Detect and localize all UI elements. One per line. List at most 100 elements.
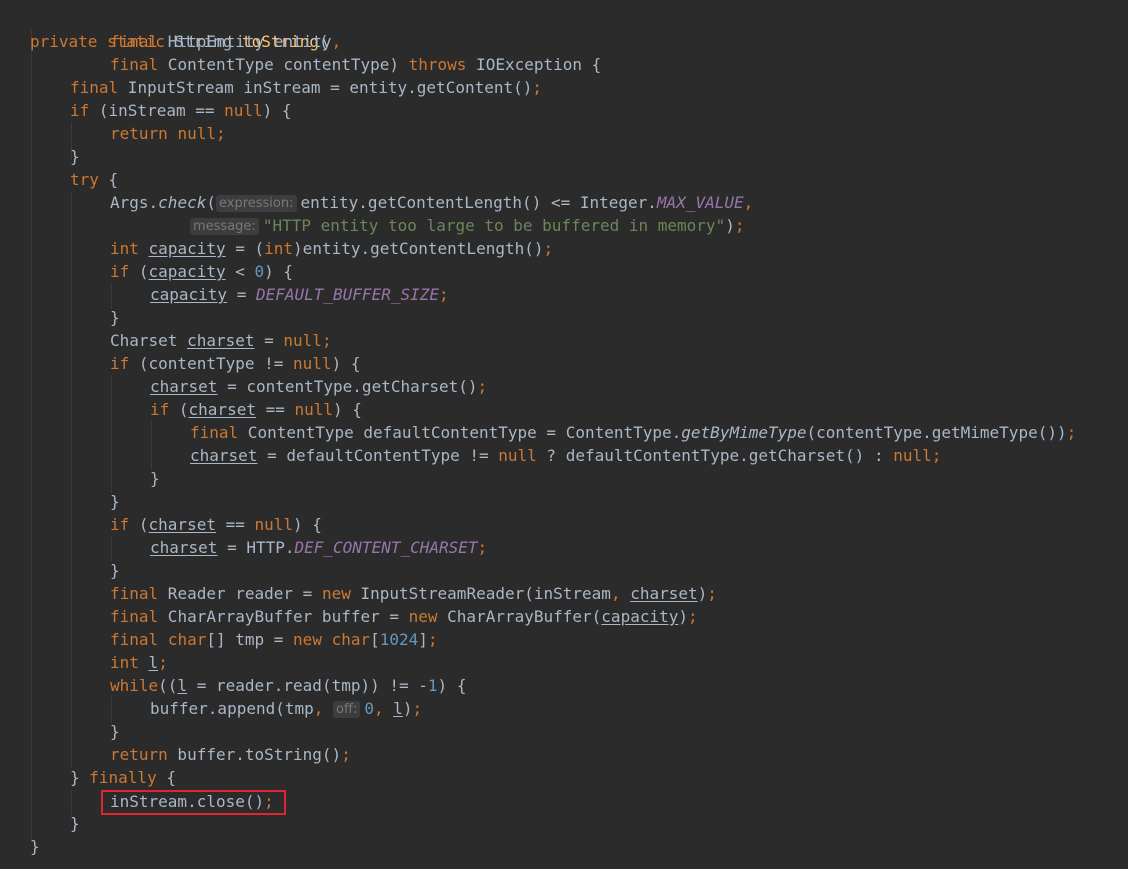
code-line-6: return null; [110,122,226,145]
semicolon: ; [707,584,717,603]
code-editor[interactable]: private static String toString( final Ht… [0,0,1128,869]
code-text: ) [678,607,688,626]
code-text: } [70,768,90,787]
code-text: = reader.read(tmp)) != - [187,676,428,695]
param-content-type: ContentType contentType) [158,55,409,74]
semicolon: ; [158,653,168,672]
semicolon: ; [477,377,488,396]
code-text: = defaultContentType != [257,446,499,465]
code-line-8: try { [70,168,118,191]
variable: l [148,653,159,672]
code-text: { [98,170,119,189]
int-keyword: int [110,653,139,672]
parameter-hint: off: [333,701,361,718]
code-text: ) { [331,354,361,373]
code-text: ( [169,400,189,419]
comma: , [743,193,754,212]
int-keyword: int [110,239,139,258]
code-text: ) { [264,262,294,281]
parameter-hint: message: [190,218,259,235]
code-text: ) { [437,676,467,695]
comma: , [313,699,324,718]
int-keyword: int [264,239,294,258]
code-text: ) { [293,515,322,534]
variable: charset [190,446,258,465]
final-keyword: final [110,55,159,74]
semicolon: ; [931,446,942,465]
code-text: InputStreamReader(inStream [350,584,611,603]
semicolon: ; [427,630,438,649]
finally-keyword: finally [89,768,157,787]
code-text: (( [158,676,178,695]
method-call: check [158,193,207,212]
code-line-34: } finally { [70,766,176,789]
code-text: = [254,331,284,350]
type-name: Charset [110,331,188,350]
if-keyword: if [70,101,90,120]
code-text: ? defaultContentType.getCharset() : [536,446,894,465]
code-text: { [156,768,176,787]
char-keyword: char [167,630,207,649]
semicolon: ; [341,745,351,764]
code-line-37: } [30,835,40,858]
variable: charset [150,538,218,557]
new-keyword: new [321,584,351,603]
variable: capacity [150,285,228,304]
code-line-13: capacity = DEFAULT_BUFFER_SIZE; [150,283,449,306]
number: 1024 [379,630,419,649]
string-literal: "HTTP entity too large to be buffered in… [262,216,726,235]
throws-keyword: throws [408,55,467,74]
code-line-21: } [150,467,160,490]
code-line-17: charset = contentType.getCharset(); [150,375,487,398]
code-line-33: return buffer.toString(); [110,743,351,766]
code-text: buffer.toString() [167,745,342,764]
char-keyword: char [331,630,371,649]
indent-guide [31,30,32,842]
semicolon: ; [734,216,745,235]
code-text: < [225,262,255,281]
code-line-36: } [70,812,80,835]
code-text: [ [370,630,380,649]
code-text: = HTTP. [217,538,295,557]
code-line-15: Charset charset = null; [110,329,332,352]
code-text: Args. [110,193,159,212]
code-line-10: message: "HTTP entity too large to be buf… [190,214,744,237]
code-line-18: if (charset == null) { [150,398,362,421]
null-keyword: null [254,515,294,534]
close-brace: } [110,722,120,741]
indent-guide [111,375,112,493]
if-keyword: if [110,354,130,373]
param-entity: HttpEntity entity [158,32,332,51]
comma: , [331,32,342,51]
return-keyword: return [110,745,168,764]
close-brace: } [70,147,80,166]
code-line-19: final ContentType defaultContentType = C… [190,421,1076,444]
new-keyword: new [408,607,438,626]
final-keyword: final [110,630,159,649]
variable: capacity [601,607,679,626]
code-text: ) [697,584,708,603]
semicolon: ; [688,607,698,626]
if-keyword: if [110,262,130,281]
close-brace: } [110,308,120,327]
final-keyword: final [190,423,239,442]
variable: capacity [148,262,226,281]
highlight-box [101,790,286,815]
semicolon: ; [1066,423,1077,442]
code-line-9: Args.check(expression: entity.getContentL… [110,191,753,214]
code-text: = [227,285,256,304]
code-line-27: final CharArrayBuffer buffer = new CharA… [110,605,698,628]
indent-guide [71,192,72,768]
code-text: ContentType defaultContentType = Content… [238,423,682,442]
code-line-28: final char[] tmp = new char[1024]; [110,628,438,651]
constant: DEF_CONTENT_CHARSET [294,538,478,557]
code-text: ) { [333,400,362,419]
comma: , [610,584,621,603]
code-text: [] tmp = [206,630,294,649]
close-brace: } [70,814,80,833]
code-line-26: final Reader reader = new InputStreamRea… [110,582,717,605]
code-line-20: charset = defaultContentType != null ? d… [190,444,941,467]
semicolon: ; [477,538,488,557]
code-text: = ( [225,239,265,258]
code-line-24: charset = HTTP.DEF_CONTENT_CHARSET; [150,536,487,559]
